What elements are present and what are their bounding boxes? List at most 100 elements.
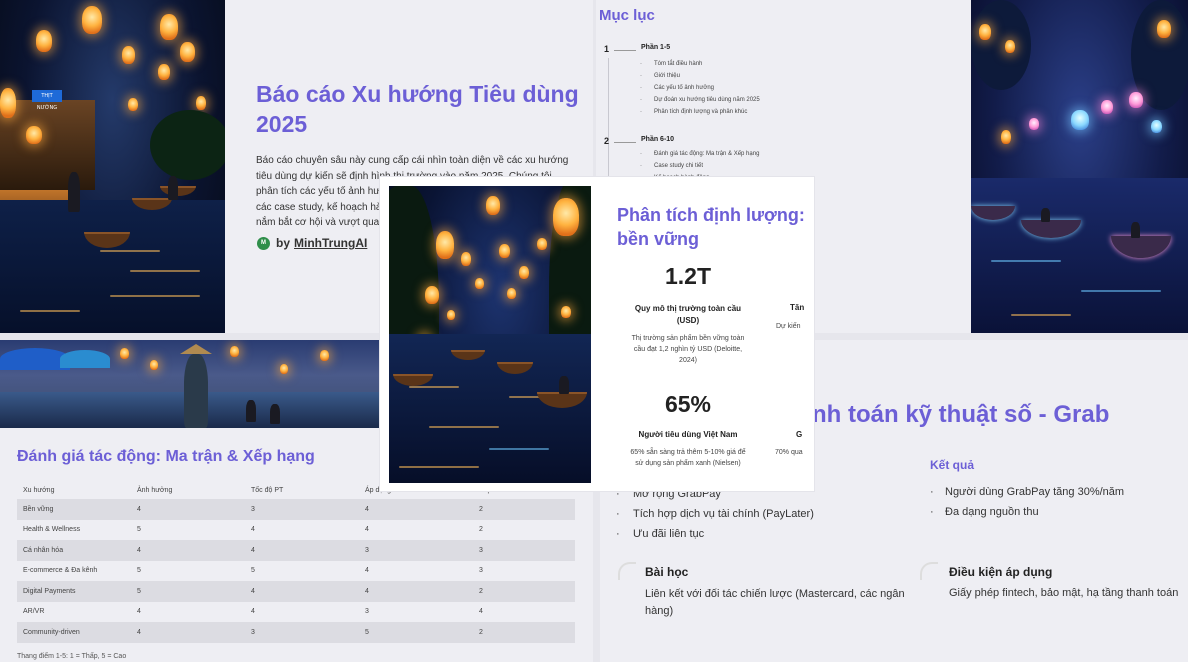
toc-section-number: 1 (604, 44, 610, 54)
lantern (519, 266, 529, 279)
toc-connector (614, 142, 636, 143)
stat-description: 65% sẵn sàng trả thêm 5-10% giá để sử dụ… (608, 447, 768, 469)
table-cell: 4 (365, 587, 369, 595)
table-cell: 5 (251, 567, 255, 575)
results-list: · Người dùng GrabPay tăng 30%/năm · Đa dạn… (930, 482, 1124, 522)
lantern-river-image (389, 186, 591, 483)
person (270, 404, 280, 424)
ripple (409, 386, 459, 388)
table-cell: 4 (365, 505, 369, 513)
body-line: Báo cáo chuyên sâu này cung cấp cái nhìn… (256, 155, 569, 166)
table-cell: 4 (251, 526, 255, 534)
table-cell: 4 (137, 505, 141, 513)
lantern (561, 306, 571, 318)
quant-title-line: Phân tích định lượng: (617, 205, 805, 225)
ripple (130, 270, 200, 272)
boat (160, 186, 196, 196)
table-cell: Bền vững (23, 505, 54, 513)
condition-title: Điều kiện áp dụng (949, 565, 1053, 579)
list-item: · Tích hợp dịch vụ tài chính (PayLater) (616, 508, 814, 520)
ripple (991, 260, 1061, 262)
table-cell: 2 (479, 526, 483, 534)
lantern (537, 238, 547, 250)
table-cell: 4 (251, 546, 255, 554)
toc-item[interactable]: · Phân tích định lượng và phân khúc (640, 106, 760, 118)
matrix-title: Đánh giá tác động: Ma trận & Xếp hạng (17, 448, 315, 465)
stat-label-line: (USD) (676, 316, 700, 325)
stat-desc-line: 2024) (679, 357, 697, 364)
table-cell: 4 (365, 567, 369, 575)
lantern (320, 350, 329, 361)
condition-text: Giấy phép fintech, bảo mật, hạ tầng than… (949, 587, 1179, 599)
river-water (971, 178, 1188, 333)
toc-item[interactable]: · Đánh giá tác động: Ma trận & Xếp hạng (640, 148, 759, 160)
toc-item[interactable]: · Case study chi tiết (640, 160, 759, 172)
ripple (20, 310, 80, 312)
ripple (429, 426, 499, 428)
lantern (425, 286, 439, 304)
list-item: · Người dùng GrabPay tăng 30%/năm (930, 486, 1125, 498)
column-header: Xu hướng (23, 487, 55, 494)
table-row: Community-driven 4 3 5 2 (17, 622, 575, 643)
table-row: Bền vững 4 3 4 2 (17, 499, 575, 520)
lesson-text: Liên kết với đối tác chiến lược (Masterc… (645, 586, 905, 620)
stall-sign: THỊT NƯỚNG (32, 90, 62, 111)
author-link[interactable]: MinhTrungAI (294, 236, 367, 250)
peek-label: Dự kiến (776, 323, 801, 330)
lesson-line: hàng) (645, 605, 674, 617)
conical-hat (180, 344, 212, 354)
market-banner-image (0, 340, 380, 428)
table-cell: 3 (365, 608, 369, 616)
table-row: Digital Payments 5 4 4 2 (17, 581, 575, 602)
stat-label: Quy mô thị trường toàn cầu (USD) (608, 303, 768, 327)
table-cell: 5 (137, 587, 141, 595)
lantern (436, 231, 454, 259)
table-cell: Community-driven (23, 628, 80, 636)
table-cell: AR/VR (23, 608, 45, 616)
toc-item[interactable]: · Các yếu tố ảnh hưởng (640, 82, 760, 94)
stat-value: 1.2T (664, 263, 712, 289)
table-cell: 5 (137, 567, 141, 575)
toc-item[interactable]: · Tóm tắt điều hành (640, 58, 760, 70)
table-cell: Health & Wellness (23, 526, 81, 534)
column-header: Ảnh hưởng (137, 487, 173, 494)
ripple (1081, 290, 1161, 292)
table-cell: 4 (137, 628, 141, 636)
quant-title: Phân tích định lượng: bền vững (617, 203, 805, 251)
table-cell: 2 (479, 587, 483, 595)
lantern (1029, 118, 1039, 130)
author-line: M by MinhTrungAI (257, 236, 367, 250)
table-cell: 5 (137, 526, 141, 534)
lantern (461, 252, 471, 266)
toc-section-title[interactable]: Phần 6-10 (641, 136, 674, 143)
river-water (389, 334, 591, 483)
list-item: · Ưu đãi liên tục (616, 528, 705, 540)
table-cell: 2 (479, 505, 483, 513)
lantern (1071, 110, 1089, 130)
table-cell: 4 (479, 608, 483, 616)
table-cell: 3 (251, 628, 255, 636)
lesson-bracket (618, 562, 636, 580)
toc-item[interactable]: · Dự đoán xu hướng tiêu dùng năm 2025 (640, 94, 760, 106)
table-cell: 4 (365, 526, 369, 534)
lantern (1005, 40, 1015, 53)
lantern (36, 30, 52, 52)
tree (150, 110, 225, 180)
grab-title: nh toán kỹ thuật số - Grab (812, 401, 1110, 428)
author-avatar: M (257, 236, 270, 250)
toc-connector (614, 50, 636, 51)
lantern (475, 278, 484, 289)
list-item: · Đa dạng nguồn thu (930, 506, 1039, 518)
person (1131, 222, 1140, 238)
grab-initiatives-list: · Mở rộng GrabPay · Tích hợp dịch vụ tài c… (616, 484, 814, 544)
lantern (280, 364, 288, 374)
lantern (499, 244, 510, 258)
toc-item[interactable]: · Giới thiệu (640, 70, 760, 82)
lantern (507, 288, 516, 299)
ripple (489, 448, 549, 450)
toc-section-title[interactable]: Phần 1-5 (641, 44, 670, 51)
ripple (100, 250, 160, 252)
table-cell: 3 (251, 505, 255, 513)
lantern (1151, 120, 1162, 133)
lantern (122, 46, 135, 64)
